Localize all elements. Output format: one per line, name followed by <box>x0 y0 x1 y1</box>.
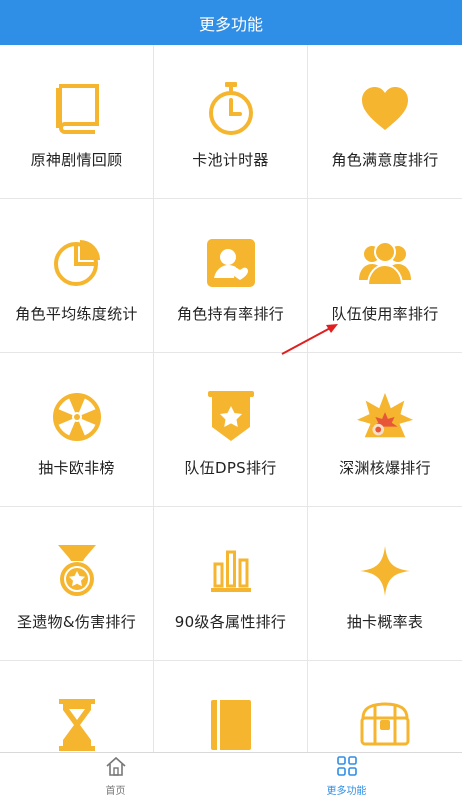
explosion-icon <box>357 389 413 445</box>
feature-label: 角色满意度排行 <box>331 151 439 169</box>
feature-ownership-rate[interactable]: 角色持有率排行 <box>154 199 308 353</box>
stopwatch-icon <box>203 81 259 137</box>
feature-label: 深渊核爆排行 <box>339 459 431 477</box>
treasure-chest-icon <box>357 697 413 752</box>
grid-icon <box>336 756 357 780</box>
feature-label: 圣遗物&伤害排行 <box>16 613 137 631</box>
feature-character-satisfaction[interactable]: 角色满意度排行 <box>308 45 462 199</box>
group-icon <box>357 235 413 291</box>
feature-label: 原神剧情回顾 <box>30 151 123 169</box>
feature-row: 抽卡欧非榜 队伍DPS排行 深渊核爆排行 <box>0 353 462 507</box>
feature-label: 队伍使用率排行 <box>331 305 439 323</box>
bar-chart-icon <box>203 543 259 599</box>
feature-row <box>0 661 462 752</box>
feature-gacha-luck-board[interactable]: 抽卡欧非榜 <box>0 353 154 507</box>
medal-icon <box>49 543 105 599</box>
notebook-icon <box>203 697 259 752</box>
wheel-icon <box>49 389 105 445</box>
feature-label: 卡池计时器 <box>192 151 269 169</box>
user-card-icon <box>203 235 259 291</box>
book-icon <box>49 81 105 137</box>
feature-hourglass[interactable] <box>0 661 154 752</box>
feature-story-review[interactable]: 原神剧情回顾 <box>0 45 154 199</box>
feature-gacha-timer[interactable]: 卡池计时器 <box>154 45 308 199</box>
feature-avg-training[interactable]: 角色平均练度统计 <box>0 199 154 353</box>
feature-label: 90级各属性排行 <box>174 613 287 631</box>
feature-row: 原神剧情回顾 卡池计时器 角色满意度排行 <box>0 45 462 199</box>
nav-more-label: 更多功能 <box>326 786 367 797</box>
feature-lv90-attributes[interactable]: 90级各属性排行 <box>154 507 308 661</box>
bottom-nav: 首页 更多功能 <box>0 752 462 800</box>
nav-more-features[interactable]: 更多功能 <box>231 753 462 800</box>
feature-artifact-damage[interactable]: 圣遗物&伤害排行 <box>0 507 154 661</box>
sparkle-star-icon <box>357 543 413 599</box>
feature-label: 抽卡概率表 <box>346 613 424 631</box>
feature-team-usage[interactable]: 队伍使用率排行 <box>308 199 462 353</box>
feature-notebook[interactable] <box>154 661 308 752</box>
heart-icon <box>357 81 413 137</box>
feature-row: 角色平均练度统计 角色持有率排行 队伍使用率排行 <box>0 199 462 353</box>
hourglass-icon <box>49 697 105 752</box>
feature-label: 角色平均练度统计 <box>15 305 138 323</box>
nav-home-label: 首页 <box>105 786 126 797</box>
home-icon <box>105 756 127 780</box>
feature-label: 抽卡欧非榜 <box>38 459 115 477</box>
app-header: 更多功能 <box>0 0 462 45</box>
feature-row: 圣遗物&伤害排行 90级各属性排行 抽卡概率表 <box>0 507 462 661</box>
feature-grid: 原神剧情回顾 卡池计时器 角色满意度排行 角色平均练度统计 角色持有率排行 队伍… <box>0 45 462 752</box>
feature-abyss-burst[interactable]: 深渊核爆排行 <box>308 353 462 507</box>
star-banner-icon <box>203 389 259 445</box>
feature-gacha-probability[interactable]: 抽卡概率表 <box>308 507 462 661</box>
feature-label: 角色持有率排行 <box>176 305 285 323</box>
feature-team-dps[interactable]: 队伍DPS排行 <box>154 353 308 507</box>
nav-home[interactable]: 首页 <box>0 753 231 800</box>
feature-treasure-chest[interactable] <box>308 661 462 752</box>
page-title: 更多功能 <box>198 14 263 34</box>
pie-chart-icon <box>49 235 105 291</box>
feature-label: 队伍DPS排行 <box>184 459 277 477</box>
